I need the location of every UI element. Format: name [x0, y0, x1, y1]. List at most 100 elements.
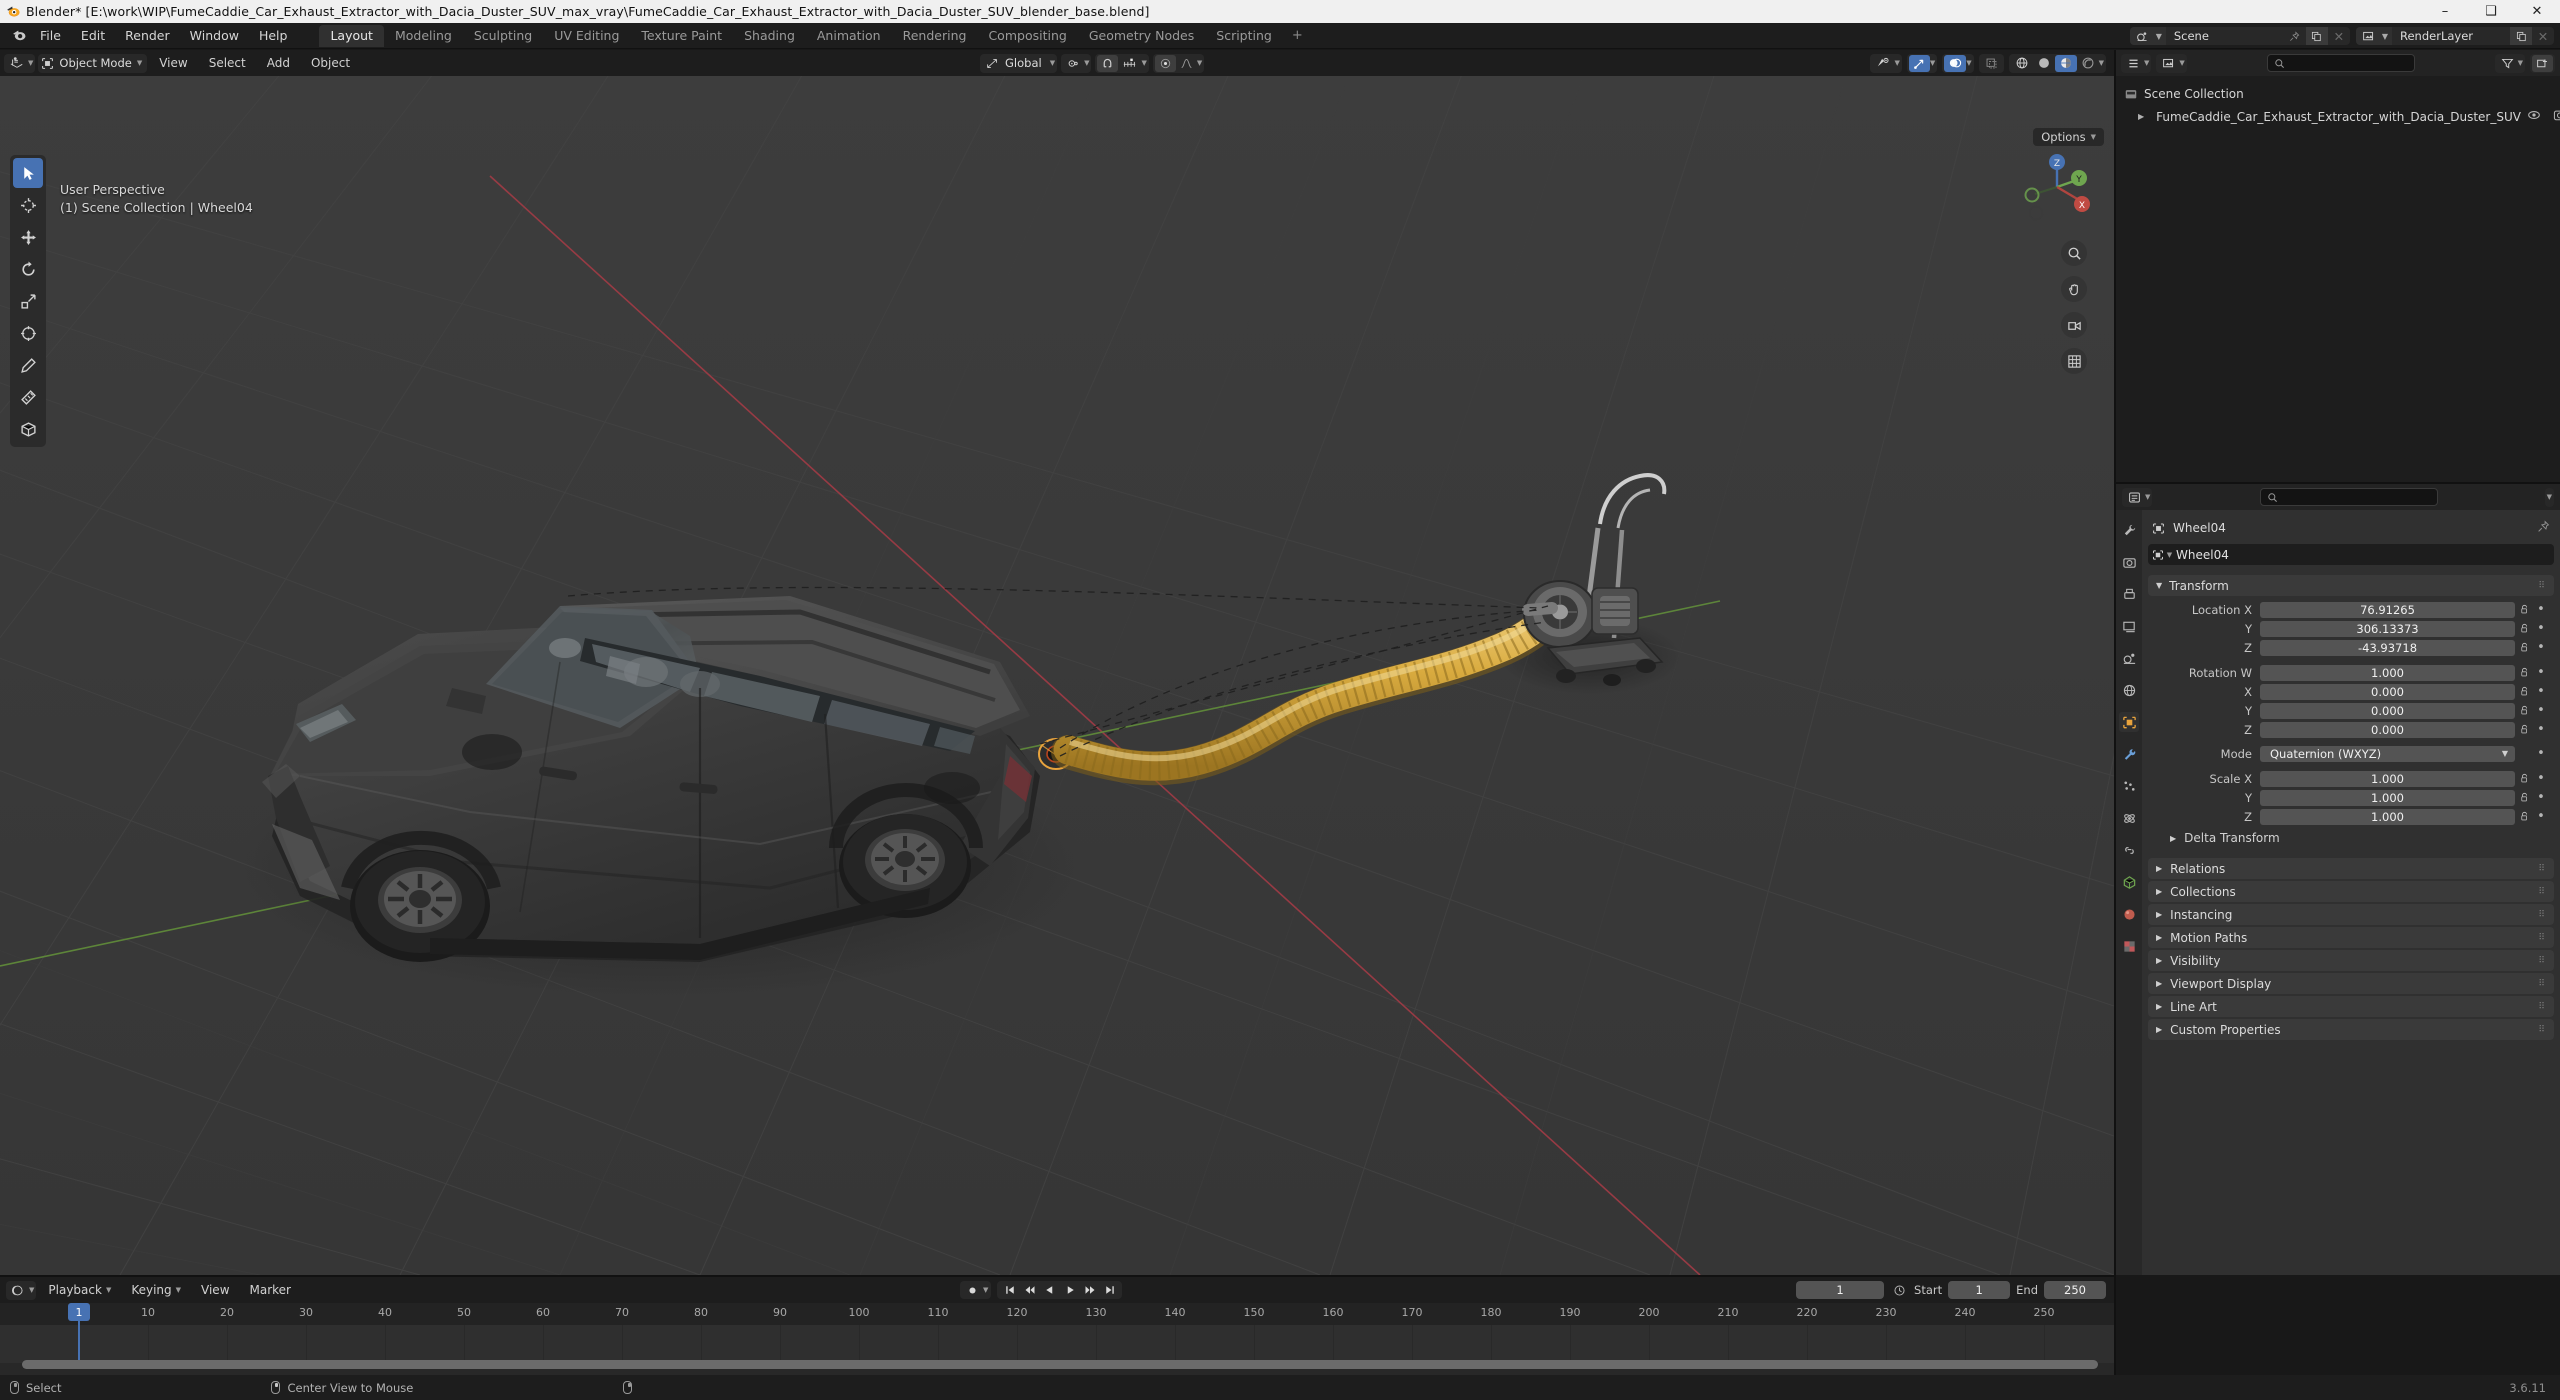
play-button[interactable] [1060, 1282, 1079, 1298]
tab-geometry-nodes[interactable]: Geometry Nodes [1078, 25, 1205, 47]
tab-scripting[interactable]: Scripting [1205, 25, 1283, 47]
tool-properties-tab[interactable] [2119, 520, 2139, 540]
new-scene-icon[interactable] [2305, 27, 2328, 45]
move-tool[interactable] [13, 222, 43, 252]
location-x-field[interactable]: 76.91265 [2260, 601, 2515, 618]
viewport-display-panel[interactable]: ▶ Viewport Display ⠿ [2148, 973, 2554, 994]
properties-editor[interactable]: ▼ ▼ Wheel04 ▼ Wheel04 ▼ Transform ⠿ Loca… [2116, 484, 2560, 1275]
properties-search-input[interactable] [2259, 488, 2438, 506]
scale-y-lock-icon[interactable] [2515, 792, 2534, 803]
timeline-track-area[interactable] [0, 1325, 2114, 1363]
jump-to-start-button[interactable] [1000, 1282, 1019, 1298]
tab-rendering[interactable]: Rendering [892, 25, 978, 47]
use-preview-range-icon[interactable] [1890, 1284, 1908, 1297]
object-mode-selector[interactable]: Object Mode ▼ [38, 53, 148, 73]
tweak-tool[interactable] [13, 158, 43, 188]
rotation-x-field[interactable]: 0.000 [2260, 683, 2515, 700]
zoom-view-button[interactable] [2061, 240, 2087, 266]
timeline-ruler[interactable]: 10 20 30 40 50 60 70 80 90 100 110 120 1… [0, 1303, 2114, 1325]
wireframe-shading-icon[interactable] [2011, 55, 2033, 72]
tab-modeling[interactable]: Modeling [384, 25, 463, 47]
scale-x-lock-icon[interactable] [2515, 773, 2534, 784]
tab-compositing[interactable]: Compositing [977, 25, 1077, 47]
outliner-editor[interactable]: ▼ ▼ ▼ Scene Collection ▶ FumeCaddie_Car_… [2116, 50, 2560, 482]
line-art-panel[interactable]: ▶ Line Art ⠿ [2148, 996, 2554, 1017]
outliner-editor-type-selector[interactable]: ▼ [2121, 53, 2152, 73]
gizmo-icon[interactable] [1908, 54, 1930, 72]
rotation-y-lock-icon[interactable] [2515, 705, 2534, 716]
magnet-icon[interactable] [1097, 54, 1119, 72]
xray-icon[interactable] [1981, 55, 2002, 72]
eye-icon[interactable] [2527, 109, 2541, 124]
tab-animation[interactable]: Animation [806, 25, 892, 47]
play-reverse-button[interactable] [1040, 1282, 1059, 1298]
menu-window[interactable]: Window [180, 25, 249, 46]
pan-view-button[interactable] [2061, 276, 2087, 302]
scale-x-field[interactable]: 1.000 [2260, 770, 2515, 787]
add-workspace-button[interactable]: + [1283, 25, 1312, 46]
timeline-editor[interactable]: ▼ Playback ▼ Keying ▼ View Marker ▼ 1 St… [0, 1277, 2114, 1375]
scale-z-lock-icon[interactable] [2515, 811, 2534, 822]
view-layer-properties-tab[interactable] [2119, 616, 2139, 636]
rotate-tool[interactable] [13, 254, 43, 284]
motion-paths-panel[interactable]: ▶ Motion Paths ⠿ [2148, 927, 2554, 948]
location-z-lock-icon[interactable] [2515, 642, 2534, 653]
custom-properties-panel[interactable]: ▶ Custom Properties ⠿ [2148, 1019, 2554, 1040]
instancing-panel[interactable]: ▶ Instancing ⠿ [2148, 904, 2554, 925]
constraint-properties-tab[interactable] [2119, 840, 2139, 860]
editor-type-selector[interactable]: ▼ [4, 53, 36, 73]
add-cube-tool[interactable] [13, 414, 43, 444]
output-properties-tab[interactable] [2119, 584, 2139, 604]
menu-render[interactable]: Render [115, 25, 180, 46]
visibility-selector[interactable]: ▼ [1870, 53, 1902, 73]
relations-panel[interactable]: ▶ Relations ⠿ [2148, 858, 2554, 879]
rotation-y-field[interactable]: 0.000 [2260, 702, 2515, 719]
close-button[interactable]: ✕ [2514, 0, 2560, 23]
playback-transport-group[interactable] [997, 1281, 1123, 1299]
properties-editor-type-selector[interactable]: ▼ [2122, 487, 2153, 507]
tab-shading[interactable]: Shading [733, 25, 806, 47]
unlink-scene-icon[interactable]: ✕ [2328, 27, 2350, 45]
delta-transform-subpanel[interactable]: ▶ Delta Transform [2148, 827, 2554, 849]
outliner-search-input[interactable] [2266, 54, 2415, 72]
gizmo-toggle-group[interactable]: ▼ [1906, 53, 1938, 73]
snapping-group[interactable]: ▼ [1095, 53, 1149, 73]
physics-properties-tab[interactable] [2119, 808, 2139, 828]
record-icon[interactable] [963, 1282, 982, 1298]
rotation-w-animate-dot[interactable]: • [2534, 665, 2548, 680]
outliner-display-mode-selector[interactable]: ▼ [2156, 53, 2187, 73]
location-x-animate-dot[interactable]: • [2534, 602, 2548, 617]
solid-shading-icon[interactable] [2033, 55, 2055, 72]
rotation-x-animate-dot[interactable]: • [2534, 684, 2548, 699]
jump-to-end-button[interactable] [1100, 1282, 1119, 1298]
scene-properties-tab[interactable] [2119, 648, 2139, 668]
scene-selector[interactable]: ▼ Scene ✕ [2129, 27, 2350, 45]
timeline-menu-marker[interactable]: Marker [242, 1281, 299, 1299]
location-y-field[interactable]: 306.13373 [2260, 620, 2515, 637]
viewport-canvas[interactable]: User Perspective (1) Scene Collection | … [0, 50, 2114, 1275]
overlays-icon[interactable] [1944, 54, 1967, 72]
snap-pivot-selector[interactable]: ▼ [1061, 53, 1092, 73]
rotation-x-lock-icon[interactable] [2515, 686, 2534, 697]
pin-icon[interactable] [2284, 27, 2306, 45]
viewport-menu-object[interactable]: Object [302, 54, 359, 72]
scale-y-animate-dot[interactable]: • [2534, 790, 2548, 805]
falloff-curve-icon[interactable] [1176, 55, 1197, 72]
current-frame-field[interactable]: 1 [1796, 1281, 1885, 1299]
rotation-z-animate-dot[interactable]: • [2534, 722, 2548, 737]
rotation-mode-dropdown[interactable]: Quaternion (WXYZ) ▼ [2260, 745, 2515, 762]
object-name-field[interactable]: ▼ Wheel04 [2148, 544, 2554, 565]
3d-viewport[interactable]: ▼ Object Mode ▼ View Select Add Object G… [0, 50, 2114, 1275]
unlink-view-layer-icon[interactable]: ✕ [2532, 27, 2554, 45]
data-properties-tab[interactable] [2119, 872, 2139, 892]
collections-panel[interactable]: ▶ Collections ⠿ [2148, 881, 2554, 902]
scale-z-animate-dot[interactable]: • [2534, 809, 2548, 824]
xray-toggle[interactable] [1978, 53, 2004, 73]
playhead-frame-indicator[interactable]: 1 [68, 1303, 90, 1321]
expand-arrow-icon[interactable]: ▶ [2138, 112, 2144, 121]
start-frame-field[interactable]: 1 [1948, 1281, 2011, 1299]
scale-z-field[interactable]: 1.000 [2260, 808, 2515, 825]
modifier-properties-tab[interactable] [2119, 744, 2139, 764]
outliner-filter-button[interactable]: ▼ [2494, 53, 2525, 73]
camera-render-icon[interactable] [2553, 109, 2560, 124]
